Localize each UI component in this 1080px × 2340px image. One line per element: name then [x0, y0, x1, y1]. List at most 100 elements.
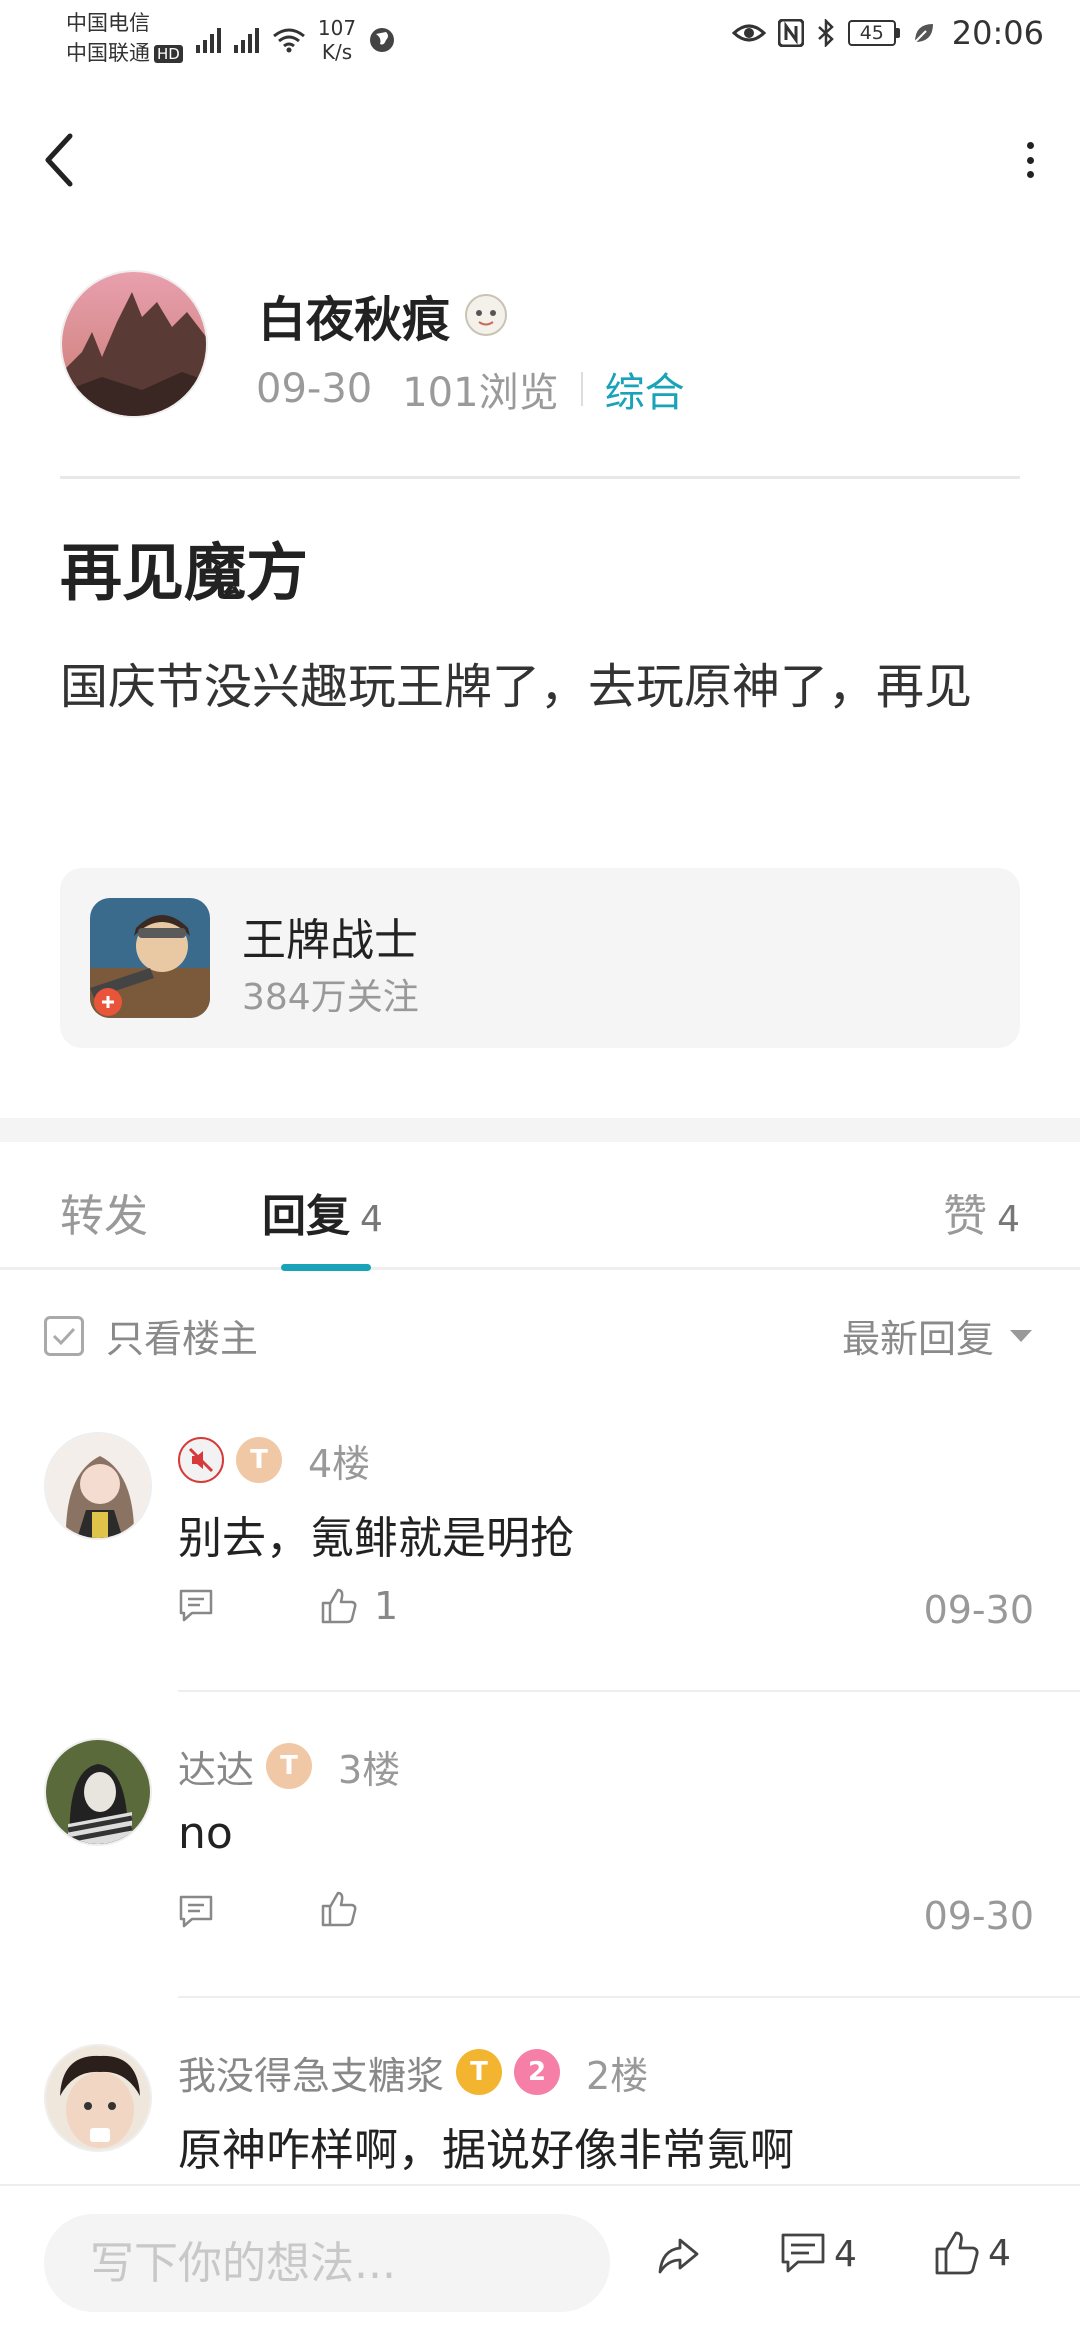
caret-down-icon	[1010, 1329, 1032, 1342]
reply-header: 我没得急支糖浆 T 2 2楼	[178, 2044, 648, 2100]
reply-text: 原神咋样啊，据说好像非常氪啊	[178, 2125, 794, 2176]
author-name-row: 白夜秋痕	[258, 280, 510, 350]
reply-item: T 4楼 别去，氪鲱就是明抢 1 09-30	[0, 1432, 1080, 1738]
comment-input[interactable]	[44, 2214, 610, 2312]
filter-row: 只看楼主 最新回复	[0, 1290, 1080, 1370]
hd-badge: HD	[154, 45, 183, 63]
level-badge-icon: T	[236, 1437, 282, 1483]
game-followers: 384万关注	[242, 977, 419, 1018]
mute-badge-icon	[178, 1437, 224, 1483]
divider	[60, 476, 1020, 479]
post-body: 国庆节没兴趣玩王牌了，去玩原神了，再见	[60, 659, 973, 715]
reply-count: 4	[360, 1199, 383, 1240]
back-button[interactable]	[40, 128, 90, 192]
reply-avatar[interactable]	[44, 1738, 152, 1846]
comment-icon	[179, 1895, 213, 1928]
top-bar	[0, 100, 1080, 220]
back-icon	[45, 133, 73, 187]
carrier-2: 中国联通	[66, 41, 150, 65]
signal-icon	[196, 28, 221, 53]
more-icon	[1026, 142, 1034, 149]
bottom-bar: 4 4	[0, 2184, 1080, 2340]
view-count: 101浏览	[402, 370, 559, 416]
reply-item: 我没得急支糖浆 T 2 2楼 原神咋样啊，据说好像非常氪啊	[0, 2044, 1080, 2184]
game-icon	[90, 898, 210, 1018]
only-author-label: 只看楼主	[106, 1317, 259, 1361]
more-button[interactable]	[1020, 136, 1040, 184]
reply-avatar[interactable]	[44, 2044, 152, 2152]
reply-header: T 4楼	[178, 1432, 370, 1488]
sort-dropdown[interactable]: 最新回复	[842, 1308, 1032, 1363]
author-badge-icon	[465, 294, 508, 336]
net-speed: 107 K/s	[317, 16, 357, 64]
clock: 20:06	[951, 14, 1044, 52]
status-bar: 中国电信 中国联通 HD 107 K/s 45 20:06	[0, 0, 1080, 80]
checkbox-icon	[44, 1315, 84, 1356]
comment-icon	[781, 2233, 825, 2273]
network-icons: 107 K/s	[196, 16, 396, 64]
author-avatar[interactable]	[60, 270, 208, 418]
nfc-icon	[777, 19, 804, 47]
reply-avatar[interactable]	[44, 1432, 152, 1540]
reply-username[interactable]: 我没得急支糖浆	[178, 2045, 444, 2100]
like-count: 4	[997, 1199, 1020, 1240]
battery-indicator: 45	[847, 20, 900, 46]
post-title: 再见魔方	[60, 536, 309, 609]
reply-like-button[interactable]	[320, 1890, 374, 1928]
thumb-up-icon	[321, 1588, 357, 1624]
divider	[178, 1996, 1080, 1998]
reply-item: 达达 T 3楼 no 09-30	[0, 1738, 1080, 2044]
thumb-up-icon	[935, 2231, 979, 2275]
only-author-toggle[interactable]: 只看楼主	[44, 1308, 258, 1363]
bluetooth-icon	[817, 19, 834, 47]
tab-like[interactable]: 赞4	[943, 1180, 1020, 1244]
comment-button[interactable]: 4	[780, 2232, 857, 2276]
wifi-icon	[273, 28, 305, 53]
share-icon	[658, 2238, 699, 2274]
section-separator	[0, 1118, 1080, 1142]
meta-divider	[580, 372, 583, 406]
leaf-icon	[914, 24, 933, 43]
reply-comment-button[interactable]	[178, 1894, 214, 1930]
divider	[178, 1690, 1080, 1692]
like-count: 4	[988, 2232, 1011, 2274]
reply-date: 09-30	[923, 1588, 1034, 1632]
author-meta: 09-30 101浏览 综合	[256, 360, 685, 418]
carrier-1: 中国电信	[66, 11, 150, 35]
reply-actions: 09-30	[178, 1888, 1038, 1948]
tab-reply[interactable]: 回复 4	[262, 1180, 383, 1244]
signal-icon	[234, 28, 259, 53]
author-name[interactable]: 白夜秋痕	[258, 280, 450, 350]
reply-username[interactable]: 达达	[178, 1739, 254, 1794]
tab-forward[interactable]: 转发	[60, 1180, 148, 1244]
comment-icon	[179, 1589, 213, 1622]
post-date: 09-30	[256, 366, 373, 412]
eye-icon	[731, 24, 766, 42]
reply-like-button[interactable]: 1	[320, 1584, 398, 1628]
reply-text: 别去，氪鲱就是明抢	[178, 1513, 574, 1564]
reply-comment-button[interactable]	[178, 1588, 214, 1624]
like-button[interactable]: 4	[934, 2230, 1011, 2276]
game-name: 王牌战士	[242, 915, 418, 966]
reply-header: 达达 T 3楼	[178, 1738, 400, 1794]
battery-level: 45	[847, 20, 896, 46]
floor-number: 2楼	[586, 2053, 649, 2098]
floor-number: 4楼	[308, 1441, 371, 1486]
thumb-up-icon	[321, 1891, 357, 1927]
level-badge-icon: T	[266, 1743, 313, 1789]
globe-icon	[370, 28, 394, 52]
status-right: 45 20:06	[731, 14, 1044, 52]
reply-like-count: 1	[374, 1584, 399, 1628]
active-tab-indicator	[281, 1264, 371, 1271]
reply-actions: 1 09-30	[178, 1582, 1038, 1642]
category-link[interactable]: 综合	[605, 360, 685, 418]
share-button[interactable]	[656, 2236, 700, 2276]
reply-text: no	[178, 1808, 233, 1859]
comment-count: 4	[834, 2233, 857, 2275]
game-card[interactable]: 王牌战士 384万关注	[60, 868, 1020, 1048]
level-badge-icon: T	[456, 2049, 503, 2095]
reply-date: 09-30	[923, 1894, 1034, 1938]
carrier-info: 中国电信 中国联通 HD	[66, 8, 183, 68]
tab-bar: 转发 回复 4 赞4	[0, 1142, 1080, 1270]
sort-label: 最新回复	[841, 1317, 994, 1361]
